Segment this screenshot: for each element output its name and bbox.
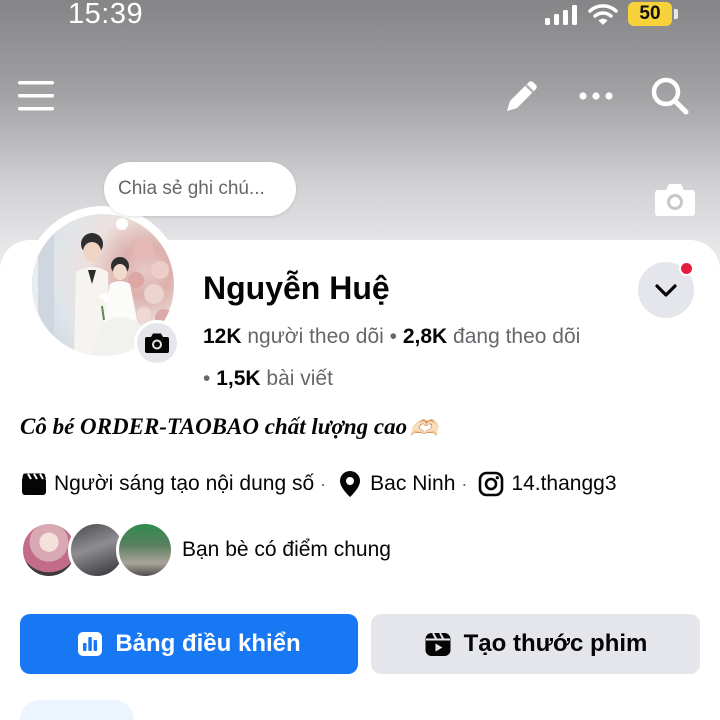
- detail-separator: ·: [320, 473, 327, 494]
- notification-dot: [679, 261, 694, 276]
- posts-count: 1,5K: [216, 367, 261, 390]
- camera-icon: [145, 333, 169, 353]
- create-reel-button[interactable]: Tạo thước phim: [371, 614, 700, 674]
- wifi-icon: [588, 3, 618, 32]
- heart-hands-emoji: 🫶🏻: [409, 416, 438, 441]
- profile-name: Nguyễn Huệ: [203, 270, 390, 306]
- edit-profile-button[interactable]: [502, 76, 542, 116]
- status-time: 15:39: [68, 0, 144, 30]
- creator-category: Người sáng tạo nội dung số: [54, 472, 315, 495]
- followers-label[interactable]: người theo dõi: [247, 325, 383, 348]
- follow-stats: 12K người theo dõi • 2,8K đang theo dõi: [203, 325, 580, 349]
- battery-cap: [674, 9, 678, 19]
- following-count[interactable]: 2,8K: [403, 325, 447, 348]
- reel-icon: [424, 630, 452, 658]
- pencil-icon: [507, 81, 537, 111]
- profile-tab-partial[interactable]: [20, 700, 134, 720]
- note-bubble-tail: [116, 218, 128, 230]
- post-stats: • 1,5K bài viết: [203, 367, 333, 391]
- detail-separator: ·: [461, 473, 468, 494]
- more-icon: [579, 92, 613, 100]
- mutual-friends-label: Bạn bè có điểm chung: [182, 538, 391, 561]
- menu-button[interactable]: [18, 78, 56, 114]
- search-button[interactable]: [650, 76, 690, 116]
- posts-label: bài viết: [266, 367, 333, 390]
- followers-count[interactable]: 12K: [203, 325, 242, 348]
- instagram-handle[interactable]: 14.thangg3: [511, 472, 616, 496]
- create-reel-label: Tạo thước phim: [463, 630, 648, 657]
- note-bubble[interactable]: Chia sẻ ghi chú...: [104, 162, 296, 216]
- stats-separator: •: [389, 325, 403, 348]
- stats-separator: •: [203, 367, 217, 390]
- menu-icon: [18, 81, 54, 111]
- bar-chart-icon: [77, 631, 103, 657]
- clapperboard-icon: [20, 470, 48, 498]
- mutual-friend-avatar: [116, 521, 174, 579]
- status-bar: 15:39 50: [0, 0, 720, 34]
- dashboard-button[interactable]: Bảng điều khiển: [20, 614, 358, 674]
- change-avatar-button[interactable]: [134, 320, 180, 366]
- following-label[interactable]: đang theo dõi: [453, 325, 580, 348]
- location-pin-icon: [336, 470, 364, 498]
- dashboard-button-label: Bảng điều khiển: [115, 630, 301, 657]
- camera-icon: [655, 184, 695, 216]
- signal-icon: [545, 5, 579, 30]
- mutual-friends-row[interactable]: Bạn bè có điểm chung: [20, 520, 391, 580]
- edit-cover-photo-button[interactable]: [654, 180, 696, 218]
- instagram-icon: [477, 470, 505, 498]
- location-text[interactable]: Bac Ninh: [370, 472, 455, 496]
- battery-indicator: 50: [628, 2, 672, 26]
- profile-details: Người sáng tạo nội dung số · Bac Ninh · …: [20, 468, 617, 500]
- search-icon: [651, 77, 689, 115]
- more-options-button[interactable]: [578, 86, 614, 106]
- profile-bio: Cô bé ORDER-TAOBAO chất lượng cao🫶🏻: [20, 414, 438, 442]
- bio-text: Cô bé ORDER-TAOBAO chất lượng cao: [20, 414, 408, 439]
